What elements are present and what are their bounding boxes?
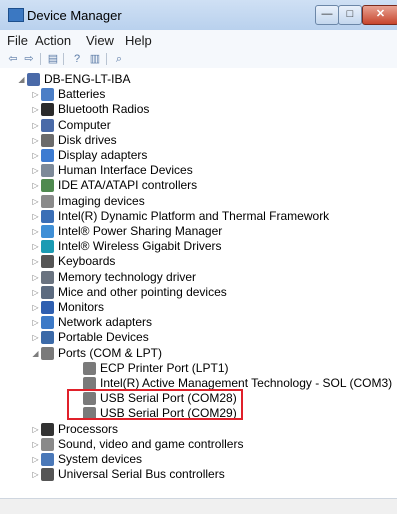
memory-icon (41, 270, 54, 284)
system-device-icon (41, 453, 54, 466)
expand-arrow-icon[interactable]: ▷ (31, 254, 40, 269)
scan-hardware-icon[interactable]: ⌕ (112, 53, 126, 65)
show-hidden-icon[interactable]: ▥ (88, 53, 102, 65)
forward-arrow-icon[interactable]: ⇨ (22, 53, 36, 65)
properties-icon[interactable]: ▤ (46, 53, 60, 65)
menu-bar: File Action View Help (0, 30, 397, 50)
tree-label: Memory technology driver (58, 269, 197, 284)
expand-arrow-icon[interactable]: ▷ (31, 148, 40, 163)
menu-action[interactable]: Action (35, 33, 71, 48)
back-arrow-icon[interactable]: ⇦ (6, 53, 20, 65)
expand-arrow-icon[interactable]: ▷ (31, 437, 40, 452)
display-adapter-icon (41, 149, 54, 162)
expand-arrow-icon[interactable]: ▷ (31, 178, 40, 193)
sound-icon (41, 437, 54, 451)
hid-icon (41, 164, 54, 178)
expand-arrow-icon[interactable]: ▷ (31, 300, 40, 315)
toolbar-separator (106, 53, 107, 65)
camera-icon (41, 194, 54, 208)
help-icon[interactable]: ? (70, 53, 84, 65)
device-manager-icon (8, 8, 24, 22)
tree-label: Universal Serial Bus controllers (58, 467, 225, 482)
expand-arrow-icon[interactable]: ▷ (31, 118, 40, 133)
toolbar: ⇦ ⇨ ▤ ? ▥ ⌕ (0, 50, 397, 69)
tree-label: Imaging devices (58, 193, 145, 208)
wireless-icon (41, 240, 54, 254)
expand-arrow-icon[interactable]: ▷ (31, 285, 40, 300)
portable-device-icon (41, 331, 54, 345)
collapse-arrow-icon[interactable]: ◢ (31, 346, 40, 361)
computer-icon (41, 118, 54, 132)
port-icon (83, 361, 96, 375)
expand-arrow-icon[interactable]: ▷ (31, 239, 40, 254)
status-bar (0, 498, 397, 514)
expand-arrow-icon[interactable]: ▷ (31, 209, 40, 224)
expand-arrow-icon[interactable]: ▷ (31, 224, 40, 239)
port-icon (41, 346, 54, 360)
expand-arrow-icon[interactable]: ▷ (31, 422, 40, 437)
tree-label: Processors (58, 421, 119, 436)
expand-arrow-icon[interactable]: ▷ (31, 452, 40, 467)
usb-icon (41, 468, 54, 482)
mouse-icon (41, 285, 54, 299)
bluetooth-icon (41, 103, 54, 117)
disk-drive-icon (41, 133, 54, 147)
tree-label: DB-ENG-LT-IBA (44, 72, 131, 86)
expand-arrow-icon[interactable]: ▷ (31, 163, 40, 178)
keyboard-icon (41, 255, 54, 269)
menu-file[interactable]: File (7, 33, 28, 48)
tree-label: Mice and other pointing devices (58, 284, 227, 299)
expand-arrow-icon[interactable]: ▷ (31, 315, 40, 330)
tree-label: Intel(R) Dynamic Platform and Thermal Fr… (58, 208, 330, 223)
highlight-box (67, 389, 243, 420)
menu-help[interactable]: Help (125, 33, 152, 48)
tree-label: System devices (58, 452, 143, 466)
close-button[interactable]: ✕ (362, 5, 397, 25)
title-bar: Device Manager — □ ✕ (0, 0, 397, 30)
battery-icon (41, 88, 54, 102)
collapse-arrow-icon[interactable]: ◢ (17, 72, 26, 87)
tree-label: Portable Devices (58, 330, 149, 345)
tree-label: ECP Printer Port (LPT1) (100, 360, 229, 375)
tree-label: Ports (COM & LPT) (58, 345, 163, 360)
tree-label: IDE ATA/ATAPI controllers (58, 178, 198, 193)
power-icon (41, 225, 54, 238)
processor-icon (41, 422, 54, 436)
expand-arrow-icon[interactable]: ▷ (31, 330, 40, 345)
tree-label: Keyboards (58, 254, 116, 269)
expand-arrow-icon[interactable]: ▷ (31, 270, 40, 285)
tree-label: Display adapters (58, 148, 148, 162)
window-title: Device Manager (27, 8, 122, 23)
ide-controller-icon (41, 179, 54, 193)
tree-label: Intel® Wireless Gigabit Drivers (58, 239, 222, 254)
tree-label: Bluetooth Radios (58, 102, 150, 117)
expand-arrow-icon[interactable]: ▷ (31, 467, 40, 482)
expand-arrow-icon[interactable]: ▷ (31, 133, 40, 148)
maximize-button[interactable]: □ (338, 5, 362, 25)
device-tree: ◢ DB-ENG-LT-IBA ▷ Batteries ▷ Bluetooth Radio… (0, 68, 397, 498)
tree-label: Monitors (58, 300, 105, 314)
expand-arrow-icon[interactable]: ▷ (31, 194, 40, 209)
tree-label: Batteries (58, 87, 106, 102)
expand-arrow-icon[interactable]: ▷ (31, 87, 40, 102)
tree-label: Human Interface Devices (58, 163, 193, 178)
chip-icon (41, 209, 54, 223)
toolbar-separator (40, 53, 41, 65)
tree-label: Intel® Power Sharing Manager (58, 224, 223, 238)
tree-label: Sound, video and game controllers (58, 436, 244, 451)
monitor-icon (41, 301, 54, 314)
network-icon (41, 316, 54, 330)
tree-label: Computer (58, 117, 111, 132)
tree-label: Disk drives (58, 132, 117, 147)
toolbar-separator (63, 53, 64, 65)
minimize-button[interactable]: — (315, 5, 339, 25)
menu-view[interactable]: View (86, 33, 114, 48)
tree-label: Network adapters (58, 315, 153, 330)
computer-icon (27, 73, 40, 86)
expand-arrow-icon[interactable]: ▷ (31, 102, 40, 117)
